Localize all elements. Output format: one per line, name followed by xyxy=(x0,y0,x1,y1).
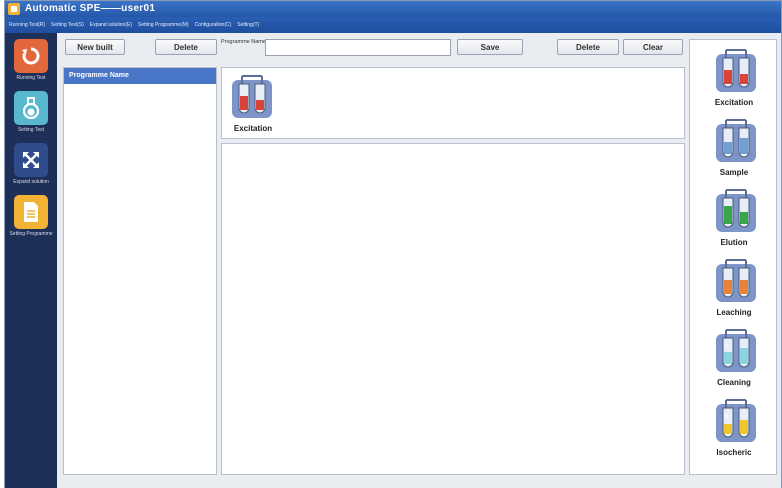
menu-setting[interactable]: Setting(T) xyxy=(237,22,259,28)
programme-name-label: Programme Name xyxy=(221,39,266,45)
menu-expand-solution[interactable]: Expand solution(E) xyxy=(90,22,132,28)
delete-programme-button[interactable]: Delete xyxy=(155,39,217,55)
excitation-icon xyxy=(232,75,272,118)
tool-isocheric[interactable]: N₂ Isocheric xyxy=(690,398,778,464)
title-bar: Automatic SPE——user01 xyxy=(5,1,781,17)
nav-setting-programme[interactable]: Setting Programme xyxy=(6,195,56,243)
step-detail-panel[interactable] xyxy=(221,143,685,475)
tool-label: Leaching xyxy=(716,308,752,317)
tool-sample[interactable]: Sample xyxy=(690,118,778,184)
flask-icon xyxy=(14,91,48,125)
menu-setting-programme[interactable]: Setting Programme(M) xyxy=(138,22,189,28)
tool-label: Sample xyxy=(719,168,749,177)
tool-palette: Excitation Sample Elution Leaching N₂ Cl… xyxy=(689,39,777,475)
n2-badge: N₂ xyxy=(724,414,731,420)
app-window: Automatic SPE——user01 Running Test(R) Se… xyxy=(4,0,782,488)
nav-running-test[interactable]: Running Test xyxy=(6,39,56,87)
expand-arrows-icon xyxy=(14,143,48,177)
step-label: Excitation xyxy=(233,124,273,133)
menu-bar: Running Test(R) Setting Test(S) Expand s… xyxy=(5,17,781,33)
cleaning-icon: N₂ xyxy=(716,329,756,372)
programme-list[interactable]: Programme Name xyxy=(63,67,217,475)
main-area: New built Delete Programme Name Save Del… xyxy=(57,33,781,488)
step-excitation[interactable]: Excitation xyxy=(228,74,288,140)
sample-icon xyxy=(716,119,756,162)
tool-label: Excitation xyxy=(714,98,754,107)
tool-label: Isocheric xyxy=(716,448,752,457)
delete-step-button[interactable]: Delete xyxy=(557,39,619,55)
nav-expand-solution[interactable]: Expand solution xyxy=(6,143,56,191)
nav-label: Setting Programme xyxy=(9,231,53,237)
step-sequence-panel[interactable]: Excitation xyxy=(221,67,685,139)
new-built-button[interactable]: New built xyxy=(65,39,125,55)
nav-label: Running Test xyxy=(16,75,46,81)
left-nav: Running Test Setting Test Expand solutio… xyxy=(5,33,57,488)
clear-button[interactable]: Clear xyxy=(623,39,683,55)
programme-name-input[interactable] xyxy=(265,39,451,56)
nav-setting-test[interactable]: Setting Test xyxy=(6,91,56,139)
tool-elution[interactable]: Elution xyxy=(690,188,778,254)
app-logo-icon xyxy=(8,3,20,15)
tool-cleaning[interactable]: N₂ Cleaning xyxy=(690,328,778,394)
tool-label: Elution xyxy=(720,238,748,247)
excitation-icon xyxy=(716,49,756,92)
programme-list-header: Programme Name xyxy=(64,68,216,84)
nav-label: Setting Test xyxy=(17,127,45,133)
n2-badge: N₂ xyxy=(724,344,731,350)
tool-leaching[interactable]: Leaching xyxy=(690,258,778,324)
tool-label: Cleaning xyxy=(717,378,751,387)
menu-configuration[interactable]: Configuration(C) xyxy=(195,22,232,28)
isocheric-icon: N₂ xyxy=(716,399,756,442)
nav-label: Expand solution xyxy=(13,179,49,185)
elution-icon xyxy=(716,189,756,232)
tool-excitation[interactable]: Excitation xyxy=(690,48,778,114)
menu-setting-test[interactable]: Setting Test(S) xyxy=(51,22,84,28)
save-button[interactable]: Save xyxy=(457,39,523,55)
refresh-icon xyxy=(14,39,48,73)
menu-running-test[interactable]: Running Test(R) xyxy=(9,22,45,28)
document-icon xyxy=(14,195,48,229)
window-title: Automatic SPE——user01 xyxy=(25,3,156,14)
leaching-icon xyxy=(716,259,756,302)
